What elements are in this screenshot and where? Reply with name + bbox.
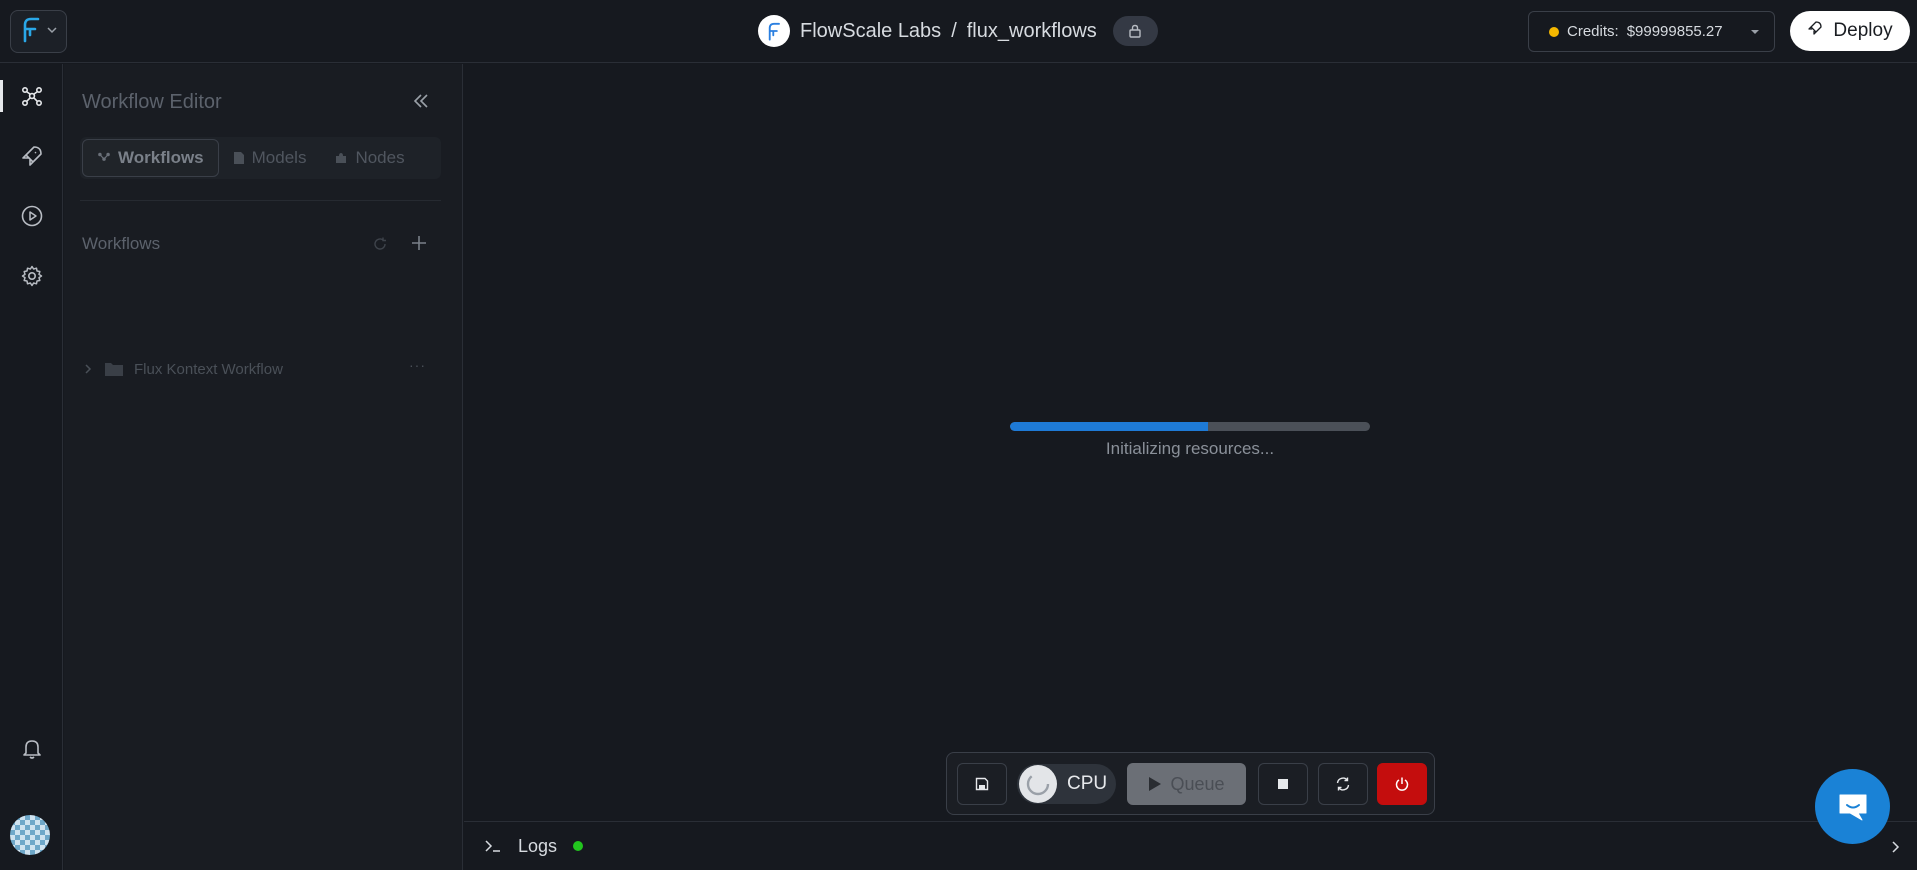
tab-label: Workflows (118, 148, 204, 167)
graph-nodes-icon (98, 152, 110, 161)
org-logo-icon (758, 15, 790, 47)
stop-icon (1278, 779, 1288, 789)
tree-item-label: Flux Kontext Workflow (134, 360, 283, 378)
graph-nodes-icon (21, 86, 42, 106)
lock-icon (1129, 24, 1141, 38)
support-chat-button[interactable] (1815, 769, 1890, 844)
deploy-button[interactable]: Deploy (1790, 11, 1910, 51)
flowscale-logo-icon (20, 15, 42, 48)
play-circle-icon (21, 205, 43, 227)
stop-button[interactable] (1258, 763, 1308, 805)
rocket-icon (1807, 20, 1823, 42)
credits-status-dot (1549, 26, 1559, 37)
power-icon (1395, 777, 1409, 791)
rail-notifications[interactable] (12, 728, 52, 768)
chevron-down-icon (46, 23, 58, 41)
app-switcher-button[interactable] (10, 10, 67, 53)
active-indicator (0, 80, 3, 112)
rail-deploy[interactable] (12, 136, 52, 176)
rail-settings[interactable] (12, 256, 52, 296)
nav-rail (0, 64, 63, 870)
restart-button[interactable] (1318, 763, 1368, 805)
chevron-right-icon[interactable] (1889, 838, 1901, 859)
terminal-icon (485, 840, 500, 852)
loading-status-text: Initializing resources... (1105, 439, 1275, 458)
progress-fill (1010, 422, 1208, 431)
file-icon (233, 152, 244, 164)
puzzle-icon (336, 153, 347, 163)
play-icon (1149, 777, 1162, 791)
collapse-panel-button[interactable] (412, 92, 430, 115)
caret-down-icon (1750, 23, 1760, 40)
rocket-icon (22, 146, 42, 166)
chevron-right-icon (85, 364, 92, 374)
rail-run[interactable] (12, 196, 52, 236)
queue-button[interactable]: Queue (1127, 763, 1246, 805)
refresh-icon (374, 237, 386, 250)
refresh-icon (1336, 777, 1350, 791)
loading-progress-bar (1010, 422, 1370, 431)
deploy-label: Deploy (1833, 20, 1893, 41)
credits-dropdown[interactable]: Credits: $99999855.27 (1528, 11, 1775, 52)
user-avatar[interactable] (10, 815, 50, 855)
workflows-section-title: Workflows (82, 234, 161, 253)
chat-icon (1839, 794, 1866, 820)
queue-label: Queue (1170, 773, 1225, 794)
refresh-workflows-button[interactable] (372, 236, 388, 257)
bell-icon (23, 740, 41, 759)
power-off-button[interactable] (1377, 763, 1427, 805)
tab-workflows[interactable]: Workflows (82, 139, 219, 177)
credits-amount: $99999855.27 (1626, 23, 1723, 40)
folder-icon (105, 363, 123, 376)
gear-icon (21, 265, 43, 287)
workflow-editor-panel: Workflow Editor Workflows Models Nodes W… (64, 64, 463, 870)
org-name[interactable]: FlowScale Labs (800, 20, 941, 43)
logs-status-dot (573, 841, 584, 851)
top-bar: FlowScale Labs / flux_workflows Credits:… (0, 0, 1917, 63)
add-workflow-button[interactable] (410, 234, 428, 257)
panel-title: Workflow Editor (82, 91, 222, 113)
divider (80, 200, 441, 201)
tab-nodes[interactable]: Nodes (320, 139, 418, 177)
panel-tabs: Workflows Models Nodes (80, 137, 441, 179)
machine-selector[interactable]: CPU (1017, 764, 1116, 804)
lock-badge[interactable] (1112, 16, 1158, 46)
tree-item[interactable]: Flux Kontext Workflow ··· (82, 355, 442, 383)
credits-label: Credits: (1567, 23, 1619, 40)
save-button[interactable] (957, 763, 1007, 805)
tab-label: Nodes (355, 148, 405, 167)
rail-workflow-editor[interactable] (12, 76, 52, 116)
breadcrumb: FlowScale Labs / flux_workflows (758, 14, 1158, 48)
save-icon (975, 777, 989, 791)
run-toolbar: CPU Queue (946, 752, 1435, 815)
logs-bar[interactable]: Logs (464, 821, 1917, 870)
plus-icon (412, 236, 426, 250)
tab-label: Models (251, 148, 307, 167)
loading-spinner-icon (1019, 765, 1057, 803)
breadcrumb-separator: / (951, 19, 957, 42)
more-options-button[interactable]: ··· (409, 357, 426, 373)
logs-label: Logs (518, 835, 558, 856)
double-chevron-left-icon (413, 94, 428, 108)
project-name[interactable]: flux_workflows (967, 20, 1097, 43)
tab-models[interactable]: Models (219, 139, 321, 177)
machine-label: CPU (1067, 773, 1108, 794)
